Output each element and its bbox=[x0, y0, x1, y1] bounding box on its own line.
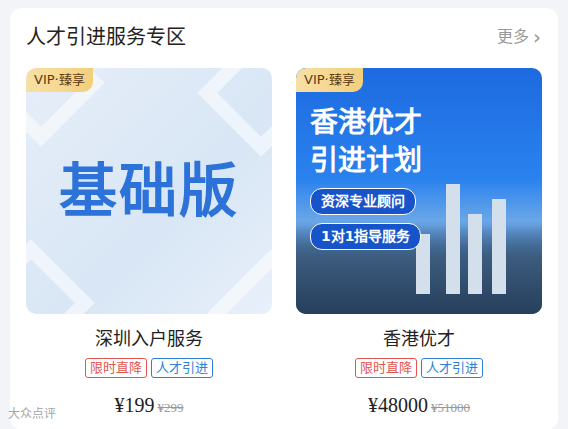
watermark: 大众点评 bbox=[8, 405, 56, 423]
original-price: ¥51000 bbox=[431, 398, 470, 418]
product-tag: 人才引进 bbox=[151, 358, 213, 378]
talent-zone-card: 人才引进服务专区 更多› VIP·臻享基础版深圳入户服务限时直降人才引进¥199… bbox=[10, 8, 558, 429]
product-tags: 限时直降人才引进 bbox=[355, 358, 483, 378]
vip-badge: VIP·臻享 bbox=[26, 68, 93, 92]
product-tags: 限时直降人才引进 bbox=[85, 358, 213, 378]
cover-text: 基础版 bbox=[59, 148, 239, 235]
tower-shape bbox=[468, 214, 482, 294]
tower-shape bbox=[492, 199, 506, 294]
zone-title: 人才引进服务专区 bbox=[26, 23, 186, 51]
current-price: ¥199 bbox=[115, 390, 155, 420]
cover-title: 引进计划 bbox=[310, 142, 422, 180]
product-name[interactable]: 深圳入户服务 bbox=[95, 326, 203, 352]
more-text[interactable]: 更多 bbox=[497, 23, 529, 51]
cover-pill: 1对1指导服务 bbox=[310, 223, 421, 250]
cover-text: 香港优才引进计划资深专业顾问 1对1指导服务 bbox=[296, 68, 542, 250]
decor-shape bbox=[207, 249, 272, 314]
vip-badge: VIP·臻享 bbox=[296, 68, 363, 92]
product-cover[interactable]: VIP·臻享基础版 bbox=[26, 68, 272, 314]
product-grid: VIP·臻享基础版深圳入户服务限时直降人才引进¥199¥299VIP·臻享香港优… bbox=[26, 68, 541, 420]
cover-pill: 资深专业顾问 bbox=[310, 188, 416, 215]
product-cover[interactable]: VIP·臻享香港优才引进计划资深专业顾问 1对1指导服务 bbox=[296, 68, 542, 314]
product-item[interactable]: VIP·臻享香港优才引进计划资深专业顾问1对1指导服务香港优才限时直降人才引进¥… bbox=[296, 68, 542, 420]
product-name[interactable]: 香港优才 bbox=[383, 326, 455, 352]
product-tag: 限时直降 bbox=[85, 358, 147, 378]
product-item[interactable]: VIP·臻享基础版深圳入户服务限时直降人才引进 ¥199¥299 bbox=[26, 68, 272, 420]
current-price: ¥48000 bbox=[368, 390, 428, 420]
decor-shape bbox=[197, 68, 272, 157]
product-tag: 人才引进 bbox=[421, 358, 483, 378]
more-link[interactable]: 更多› bbox=[497, 23, 541, 51]
tower-shape bbox=[446, 184, 460, 294]
chevron-right-icon[interactable]: › bbox=[533, 23, 541, 51]
cover-title: 基础版 bbox=[59, 148, 239, 235]
cover-title: 香港优才 bbox=[310, 104, 422, 142]
product-price: ¥199¥299 bbox=[115, 390, 184, 420]
product-tag: 限时直降 bbox=[355, 358, 417, 378]
product-price: ¥48000¥51000 bbox=[368, 390, 470, 420]
zone-header: 人才引进服务专区 更多› bbox=[26, 20, 541, 54]
decor-shape bbox=[26, 239, 95, 314]
original-price: ¥299 bbox=[158, 398, 184, 418]
